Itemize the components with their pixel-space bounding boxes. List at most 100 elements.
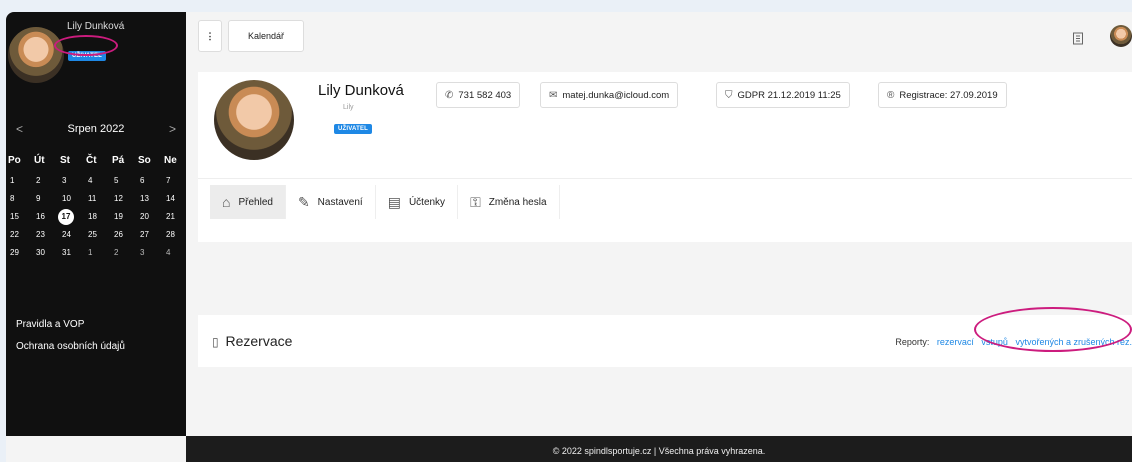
calendar-day-number: 21	[166, 212, 175, 221]
email-chip[interactable]: ✉ matej.dunka@icloud.com	[540, 82, 679, 108]
tab-label: Změna hesla	[488, 196, 547, 208]
calendar-day[interactable]: 8	[6, 190, 32, 208]
calendar-day[interactable]: 2	[32, 172, 58, 190]
calendar-day[interactable]: 16	[32, 208, 58, 226]
profile-avatar	[214, 80, 294, 160]
profile-nickname: Lily	[343, 104, 354, 111]
report-created-cancelled-link[interactable]: vytvořených a zrušených rez.	[1015, 337, 1132, 347]
calendar-day[interactable]: 4	[162, 244, 188, 262]
registration-value: Registrace: 27.09.2019	[899, 89, 998, 101]
calendar-day[interactable]: 27	[136, 226, 162, 244]
calendar-day-number: 8	[10, 194, 15, 203]
calendar-day[interactable]: 11	[84, 190, 110, 208]
calendar-day[interactable]: 21	[162, 208, 188, 226]
weekday-label: Pá	[112, 155, 125, 166]
calendar-day[interactable]: 3	[136, 244, 162, 262]
calendar-day-number: 20	[140, 212, 149, 221]
sidebar-user[interactable]	[8, 27, 64, 83]
chevron-right-icon[interactable]: >	[169, 122, 176, 136]
registration-chip[interactable]: ® Registrace: 27.09.2019	[878, 82, 1007, 108]
calendar-day-number: 22	[10, 230, 19, 239]
calendar-day[interactable]: 13	[136, 190, 162, 208]
calendar-day-number: 3	[62, 176, 67, 185]
calendar-day[interactable]: 3	[58, 172, 84, 190]
footer: © 2022 spindlsportuje.cz | Všechna práva…	[186, 436, 1132, 462]
calendar-day[interactable]: 9	[32, 190, 58, 208]
tab-label: Přehled	[238, 196, 273, 208]
calendar-day[interactable]: 4	[84, 172, 110, 190]
home-icon: ⌂	[222, 194, 231, 210]
chevron-left-icon[interactable]: <	[16, 122, 23, 136]
calendar-day[interactable]: 1	[84, 244, 110, 262]
book-icon[interactable]	[1072, 32, 1084, 48]
calendar-day[interactable]: 6	[136, 172, 162, 190]
calendar-day[interactable]: 31	[58, 244, 84, 262]
calendar-day[interactable]: 14	[162, 190, 188, 208]
calendar-day-number: 1	[88, 248, 93, 257]
calendar-day[interactable]: 12	[110, 190, 136, 208]
phone-icon: ✆	[445, 89, 454, 101]
avatar	[8, 27, 64, 83]
calendar-day-number: 16	[36, 212, 45, 221]
tab-settings[interactable]: ✎ Nastavení	[286, 185, 376, 219]
tab-overview[interactable]: ⌂ Přehled	[210, 185, 286, 219]
calendar-day[interactable]: 20	[136, 208, 162, 226]
report-entries-link[interactable]: vstupů	[981, 337, 1008, 347]
calendar-day-number: 26	[114, 230, 123, 239]
calendar-day[interactable]: 25	[84, 226, 110, 244]
calendar-day-number: 6	[140, 176, 145, 185]
calendar-day[interactable]: 28	[162, 226, 188, 244]
tab-change-password[interactable]: ⚿ Změna hesla	[458, 185, 560, 219]
calendar-day[interactable]: 23	[32, 226, 58, 244]
menu-button[interactable]: ⋮	[198, 20, 222, 52]
calendar-day[interactable]: 2	[110, 244, 136, 262]
calendar-day[interactable]: 10	[58, 190, 84, 208]
edit-icon: ✎	[297, 193, 310, 210]
calendar-day[interactable]: 1	[6, 172, 32, 190]
calendar-day-number: 15	[10, 212, 19, 221]
weekday-label: Út	[34, 155, 45, 166]
tab-receipts[interactable]: ▤ Účtenky	[376, 185, 459, 219]
calendar-day[interactable]: 15	[6, 208, 32, 226]
weekday-label: So	[138, 155, 151, 166]
calendar-day-number: 12	[114, 194, 123, 203]
calendar-day[interactable]: 5	[110, 172, 136, 190]
link-privacy[interactable]: Ochrana osobních údajů	[16, 341, 125, 352]
calendar-day[interactable]: 30	[32, 244, 58, 262]
calendar-day[interactable]: 19	[110, 208, 136, 226]
calendar-day[interactable]: 26	[110, 226, 136, 244]
weekday-label: Čt	[86, 155, 97, 166]
calendar-day-number: 31	[62, 248, 71, 257]
link-terms[interactable]: Pravidla a VOP	[16, 319, 125, 330]
profile-role-badge: UŽIVATEL	[334, 124, 373, 134]
calendar-day-number: 9	[36, 194, 41, 203]
report-reservations-link[interactable]: rezervací	[937, 337, 974, 347]
gdpr-chip[interactable]: ⛉ GDPR 21.12.2019 11:25	[716, 82, 850, 108]
clipboard-icon: ▯	[212, 335, 219, 349]
calendar-day-number: 28	[166, 230, 175, 239]
phone-value: 731 582 403	[458, 89, 512, 101]
calendar-day-number: 25	[88, 230, 97, 239]
calendar-day-number: 2	[36, 176, 41, 185]
calendar-day[interactable]: 22	[6, 226, 32, 244]
reservations-card: ▯ Rezervace Reporty: rezervací vstupů vy…	[198, 315, 1132, 367]
tab-label: Nastavení	[317, 196, 363, 208]
calendar-day-today[interactable]: 17	[58, 208, 84, 226]
calendar-day[interactable]: 24	[58, 226, 84, 244]
calendar-grid: Po Út St Čt Pá So Ne 1 2 3 4 5 6 7 8 9 10 11 12 13 14 15 16 17 1…	[6, 150, 186, 262]
sidebar-links: Pravidla a VOP Ochrana osobních údajů	[16, 319, 125, 363]
calendar-day[interactable]: 7	[162, 172, 188, 190]
calendar-day-number: 24	[62, 230, 71, 239]
weekday-label: Po	[8, 155, 21, 166]
account-avatar[interactable]	[1110, 25, 1132, 47]
reservations-title: ▯ Rezervace	[212, 333, 292, 349]
calendar-day-number: 11	[88, 194, 97, 203]
calendar-day[interactable]: 29	[6, 244, 32, 262]
phone-chip[interactable]: ✆ 731 582 403	[436, 82, 521, 108]
email-value: matej.dunka@icloud.com	[562, 89, 670, 101]
shield-icon: ⛉	[725, 89, 733, 101]
calendar-day[interactable]: 18	[84, 208, 110, 226]
calendar-day-number: 19	[114, 212, 123, 221]
calendar-button[interactable]: Kalendář	[228, 20, 304, 52]
calendar-day-number: 14	[166, 194, 175, 203]
